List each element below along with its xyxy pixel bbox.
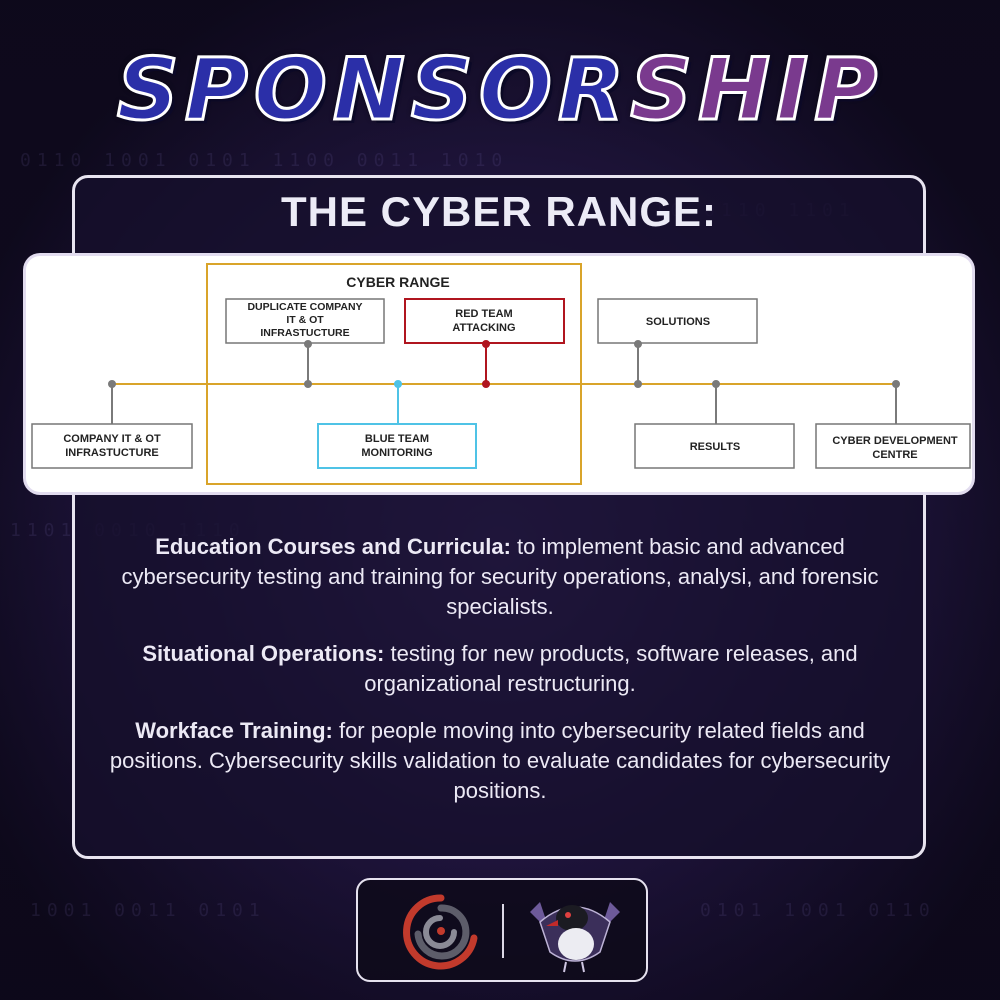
duplicate-label-line2: IT & OT	[286, 314, 324, 326]
connector-node	[304, 340, 312, 348]
connector-node	[304, 380, 312, 388]
company-infrastructure-box	[31, 423, 193, 469]
item-label: Education Courses and Curricula:	[155, 534, 511, 559]
red-team-label-line2: ATTACKING	[452, 322, 515, 334]
blue-team-label-line2: MONITORING	[361, 447, 432, 459]
description-item: Education Courses and Curricula: to impl…	[92, 532, 908, 622]
company-label-line1: COMPANY IT & OT	[63, 433, 161, 445]
binary-pattern: 0110 1001 0101 1100 0011 1010	[20, 150, 509, 171]
binary-pattern: 1001 0011 0101	[30, 900, 266, 921]
blue-team-label-line1: BLUE TEAM	[365, 433, 429, 445]
description-item: Workface Training: for people moving int…	[92, 716, 908, 806]
item-label: Workface Training:	[135, 718, 333, 743]
page-title: SPONSORSHIP	[0, 39, 1000, 142]
cdc-label-line1: CYBER DEVELOPMENT	[832, 435, 958, 447]
company-label-line2: INFRASTUCTURE	[65, 447, 159, 459]
cyber-range-diagram: CYBER RANGE COMPANY IT & OT INFRASTUCTUR…	[26, 256, 972, 492]
diagram-svg: CYBER RANGE COMPANY IT & OT INFRASTUCTUR…	[31, 263, 971, 485]
title-part-sponsor: SPONSOR	[115, 39, 631, 142]
connector-node	[482, 380, 490, 388]
duplicate-label-line3: INFRASTUCTURE	[260, 327, 349, 339]
solutions-label: SOLUTIONS	[646, 316, 710, 328]
item-label: Situational Operations:	[142, 641, 385, 666]
connector-node	[712, 380, 720, 388]
cdc-label-line2: CENTRE	[872, 449, 917, 461]
connector-node	[634, 380, 642, 388]
bird-mascot-logo-icon	[530, 902, 620, 973]
connector-node	[108, 380, 116, 388]
red-team-box	[404, 298, 565, 344]
swirl-logo-icon	[403, 894, 478, 970]
binary-pattern: 0101 1001 0110	[700, 900, 936, 921]
red-team-label-line1: RED TEAM	[455, 308, 512, 320]
cyber-range-label: CYBER RANGE	[346, 274, 449, 290]
panel-heading: THE CYBER RANGE:	[280, 188, 718, 235]
connector-node	[892, 380, 900, 388]
item-text: testing for new products, software relea…	[364, 641, 858, 696]
connector-node	[394, 380, 402, 388]
results-label: RESULTS	[690, 441, 741, 453]
sponsor-logo-bar	[356, 878, 648, 982]
description-item: Situational Operations: testing for new …	[92, 639, 908, 699]
title-part-ship: SHIP	[629, 39, 884, 142]
blue-team-box	[317, 423, 477, 469]
duplicate-label-line1: DUPLICATE COMPANY	[247, 301, 362, 313]
connector-node	[634, 340, 642, 348]
logo-separator	[502, 904, 504, 958]
connector-node	[482, 340, 490, 348]
